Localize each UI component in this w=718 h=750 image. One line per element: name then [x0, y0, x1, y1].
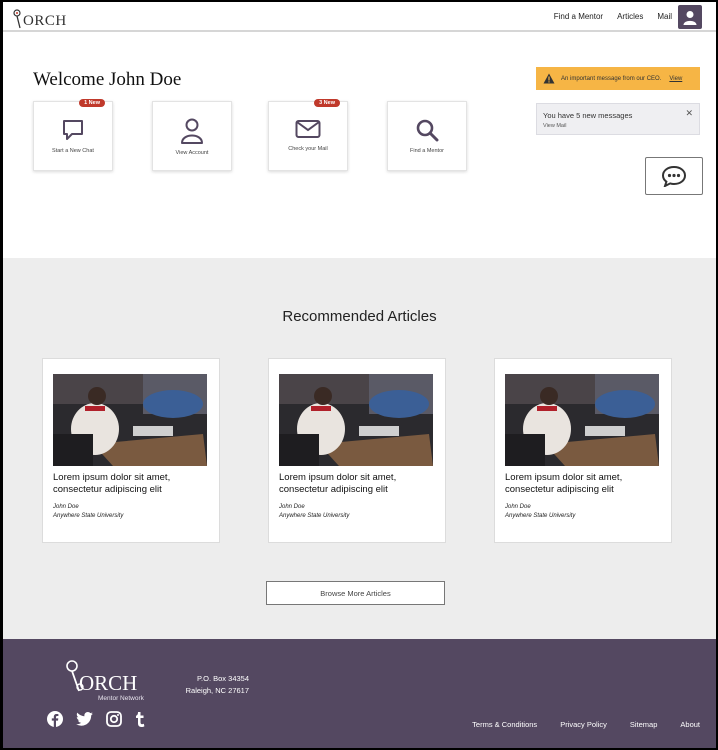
- user-icon: [181, 118, 203, 144]
- section-title: Recommended Articles: [282, 308, 437, 325]
- tile-label: Start a New Chat: [52, 148, 94, 154]
- find-mentor-tile[interactable]: Find a Mentor: [387, 101, 467, 171]
- article-image: [53, 374, 207, 466]
- twitter-icon[interactable]: [76, 712, 93, 726]
- logo[interactable]: ORCH: [13, 7, 67, 29]
- footer-logo-text: ORCH: [79, 671, 138, 695]
- footer: ORCH Mentor Network P.O. Box 34354 Ralei…: [3, 639, 716, 748]
- nav-find-a-mentor[interactable]: Find a Mentor: [554, 12, 603, 21]
- mail-icon: [295, 120, 321, 138]
- article-title: Lorem ipsum dolor sit amet, consectetur …: [53, 472, 171, 495]
- view-account-tile[interactable]: View Account: [152, 101, 232, 171]
- nav-mail[interactable]: Mail: [657, 12, 672, 21]
- new-badge: 3 New: [314, 99, 340, 107]
- article-author: John Doe: [279, 504, 305, 510]
- social-links: [47, 711, 145, 727]
- chat-dots-icon: [661, 165, 687, 187]
- close-icon[interactable]: ✕: [685, 108, 693, 119]
- search-icon: [416, 119, 439, 142]
- article-image: [505, 374, 659, 466]
- new-messages-notice: You have 5 new messages View Mail ✕: [536, 103, 700, 135]
- check-mail-tile[interactable]: 3 New Check your Mail: [268, 99, 348, 171]
- tumblr-icon[interactable]: [135, 711, 145, 727]
- warning-icon: [543, 73, 555, 84]
- facebook-icon[interactable]: [47, 711, 63, 727]
- article-author: John Doe: [53, 504, 79, 510]
- user-account-button[interactable]: [678, 5, 702, 29]
- article-author: John Doe: [505, 504, 531, 510]
- browse-more-articles-button[interactable]: Browse More Articles: [266, 581, 445, 605]
- messages-count-text: You have 5 new messages: [543, 111, 633, 120]
- footer-links: Terms & Conditions Privacy Policy Sitema…: [472, 720, 700, 729]
- tile-label: Check your Mail: [288, 146, 328, 152]
- recommended-articles-section: Recommended Articles Lorem ipsum dolor s…: [3, 258, 716, 639]
- new-badge: 1 New: [79, 99, 105, 107]
- article-title: Lorem ipsum dolor sit amet, consectetur …: [505, 472, 623, 495]
- open-chat-button[interactable]: [645, 157, 703, 195]
- ceo-alert-banner: An important message from our CEO. View: [536, 67, 700, 90]
- page: ORCH Find a Mentor Articles Mail Welcome…: [3, 2, 716, 748]
- article-image: [279, 374, 433, 466]
- tile-label: Find a Mentor: [410, 148, 444, 154]
- instagram-icon[interactable]: [106, 711, 122, 727]
- article-card[interactable]: Lorem ipsum dolor sit amet, consectetur …: [268, 358, 446, 543]
- article-card[interactable]: Lorem ipsum dolor sit amet, consectetur …: [494, 358, 672, 543]
- article-org: Anywhere State University: [53, 513, 124, 519]
- welcome-heading: Welcome John Doe: [33, 69, 182, 90]
- chat-bubble-icon: [63, 120, 83, 140]
- footer-logo-subtitle: Mentor Network: [98, 695, 144, 702]
- article-card[interactable]: Lorem ipsum dolor sit amet, consectetur …: [42, 358, 220, 543]
- article-org: Anywhere State University: [505, 513, 576, 519]
- footer-link-privacy[interactable]: Privacy Policy: [560, 720, 607, 729]
- view-mail-link[interactable]: View Mail: [543, 123, 566, 129]
- address-line: Raleigh, NC 27617: [185, 686, 249, 695]
- torch-logo-icon: [13, 9, 21, 29]
- nav-articles[interactable]: Articles: [617, 12, 643, 21]
- tile-label: View Account: [175, 150, 209, 156]
- article-org: Anywhere State University: [279, 513, 350, 519]
- footer-address: P.O. Box 34354 Raleigh, NC 27617: [181, 673, 249, 697]
- top-nav-bar: ORCH Find a Mentor Articles Mail: [3, 2, 716, 32]
- main-nav: Find a Mentor Articles Mail: [554, 12, 672, 21]
- user-icon: [683, 10, 697, 25]
- footer-link-terms[interactable]: Terms & Conditions: [472, 720, 537, 729]
- footer-link-about[interactable]: About: [680, 720, 700, 729]
- start-chat-tile[interactable]: 1 New Start a New Chat: [33, 99, 113, 171]
- alert-text: An important message from our CEO.: [561, 75, 662, 82]
- address-line: P.O. Box 34354: [197, 674, 249, 683]
- logo-text: ORCH: [23, 13, 67, 29]
- footer-link-sitemap[interactable]: Sitemap: [630, 720, 658, 729]
- article-title: Lorem ipsum dolor sit amet, consectetur …: [279, 472, 397, 495]
- alert-view-link[interactable]: View: [669, 76, 682, 82]
